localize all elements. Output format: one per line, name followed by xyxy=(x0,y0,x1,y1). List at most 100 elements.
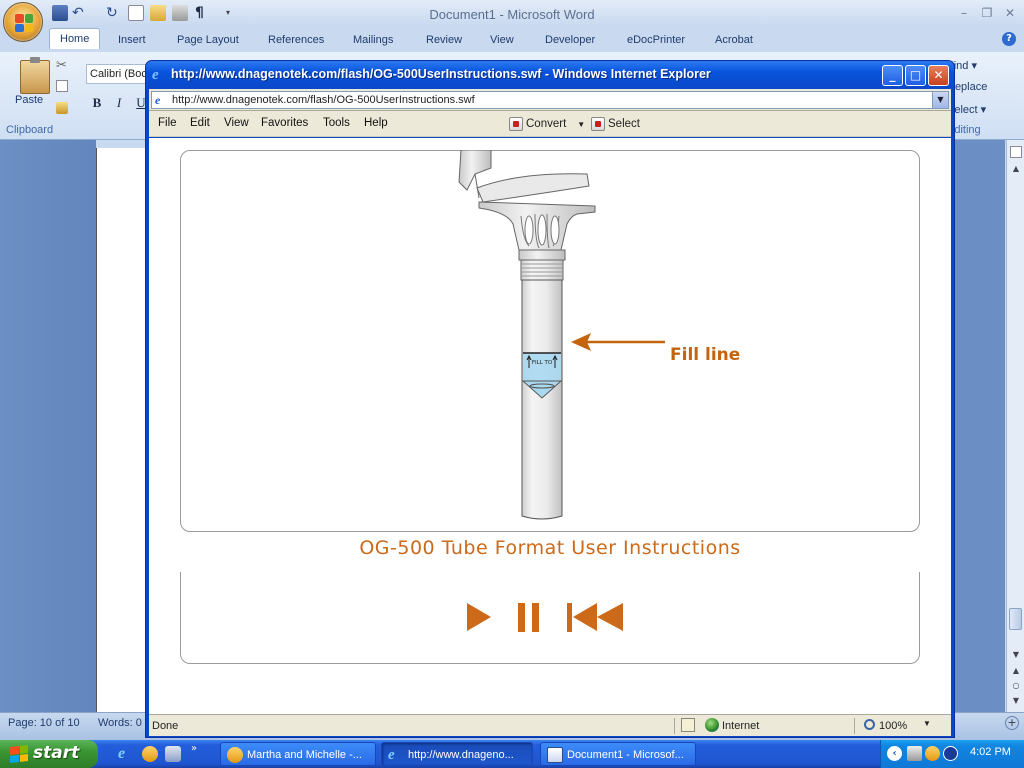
convert-pdf-icon xyxy=(509,117,523,131)
play-icon[interactable] xyxy=(465,602,493,632)
select-button[interactable]: Select ▾ xyxy=(947,103,1003,116)
tab-home[interactable]: Home xyxy=(49,28,101,49)
ie-minimize-icon[interactable]: _ xyxy=(882,65,903,86)
quick-launch-ie-icon[interactable]: e xyxy=(118,746,134,762)
quick-launch-more-icon[interactable]: » xyxy=(191,743,197,754)
previous-page-icon[interactable]: ▲ xyxy=(1010,666,1022,676)
find-button[interactable]: Find ▾ xyxy=(947,59,1003,72)
zoom-dropdown-icon[interactable]: ▼ xyxy=(923,719,931,728)
status-divider xyxy=(854,718,855,734)
menu-help[interactable]: Help xyxy=(364,117,388,129)
copy-icon[interactable] xyxy=(56,80,68,92)
document-background-right xyxy=(955,140,1005,712)
messenger-tray-icon[interactable] xyxy=(925,746,940,761)
next-page-icon[interactable]: ▼ xyxy=(1010,696,1022,706)
clock[interactable]: 4:02 PM xyxy=(970,746,1011,758)
vertical-scrollbar[interactable]: ▲ ▼ ▲ ○ ▼ xyxy=(1006,140,1024,712)
windows-logo-icon xyxy=(10,745,28,763)
task-outlook[interactable]: Martha and Michelle -... xyxy=(220,742,376,766)
task-ie-label: http://www.dnageno... xyxy=(408,749,514,761)
paste-button[interactable]: Paste xyxy=(15,94,43,106)
tab-acrobat[interactable]: Acrobat xyxy=(715,34,753,46)
ie-window: e http://www.dnagenotek.com/flash/OG-500… xyxy=(145,60,955,738)
zoom-level[interactable]: 100% xyxy=(879,720,907,732)
menu-favorites[interactable]: Favorites xyxy=(261,117,308,129)
fill-line-label: Fill line xyxy=(670,345,741,365)
ie-menu-bar: File Edit View Favorites Tools Help Conv… xyxy=(149,111,951,137)
scroll-down-icon[interactable]: ▼ xyxy=(1010,650,1022,660)
ie-title-bar: e http://www.dnagenotek.com/flash/OG-500… xyxy=(146,61,954,89)
help-icon[interactable]: ? xyxy=(1002,32,1016,46)
fill-to-text: FILL TO xyxy=(532,360,553,366)
task-ie[interactable]: e http://www.dnageno... xyxy=(381,742,533,766)
office-logo-icon xyxy=(15,14,33,32)
bold-button[interactable]: B xyxy=(88,94,106,112)
pause-icon[interactable] xyxy=(516,602,542,632)
task-word-label: Document1 - Microsof... xyxy=(567,749,684,761)
cut-icon[interactable]: ✂ xyxy=(56,58,67,73)
tab-view[interactable]: View xyxy=(490,34,514,46)
network-tray-icon[interactable] xyxy=(943,746,958,761)
zoom-in-icon[interactable]: + xyxy=(1005,716,1019,730)
tab-page-layout[interactable]: Page Layout xyxy=(177,34,239,46)
ruler-toggle-icon[interactable] xyxy=(1010,146,1022,158)
italic-button[interactable]: I xyxy=(110,94,128,112)
convert-label: Convert xyxy=(526,118,567,130)
page-count-status[interactable]: Page: 10 of 10 xyxy=(8,717,80,729)
printer-tray-icon[interactable] xyxy=(907,746,922,761)
ie-status-bar: Done Internet 100% ▼ xyxy=(149,714,951,736)
tab-insert[interactable]: Insert xyxy=(118,34,146,46)
format-painter-icon[interactable] xyxy=(56,102,68,114)
rewind-icon[interactable] xyxy=(566,602,630,632)
quick-launch-desktop-icon[interactable] xyxy=(165,746,181,762)
ie-logo-icon: e xyxy=(152,67,159,83)
ie-window-title: http://www.dnagenotek.com/flash/OG-500Us… xyxy=(171,67,711,81)
select-browse-object-icon[interactable]: ○ xyxy=(1010,681,1022,691)
address-input[interactable]: e http://www.dnagenotek.com/flash/OG-500… xyxy=(151,91,949,109)
close-icon[interactable]: ✕ xyxy=(1001,6,1019,20)
convert-button[interactable]: Convert ▼ xyxy=(509,114,585,134)
scroll-up-icon[interactable]: ▲ xyxy=(1010,164,1022,174)
editing-group: Find ▾ Replace Select ▾ Editing xyxy=(947,56,1003,140)
select-label: Select xyxy=(608,118,640,130)
select-pdf-button[interactable]: Select xyxy=(591,114,640,134)
tab-edocprinter[interactable]: eDocPrinter xyxy=(627,34,685,46)
tab-developer[interactable]: Developer xyxy=(545,34,595,46)
ie-maximize-icon[interactable]: □ xyxy=(905,65,926,86)
tab-review[interactable]: Review xyxy=(426,34,462,46)
clipboard-group-label: Clipboard xyxy=(6,124,54,136)
convert-dropdown-icon[interactable]: ▼ xyxy=(577,120,585,129)
replace-button[interactable]: Replace xyxy=(947,81,1003,93)
minimize-icon[interactable]: – xyxy=(955,6,973,20)
security-zone-label[interactable]: Internet xyxy=(722,720,759,732)
menu-file[interactable]: File xyxy=(158,117,177,129)
quick-launch-outlook-icon[interactable] xyxy=(142,746,158,762)
start-button[interactable]: start xyxy=(0,740,98,768)
restore-icon[interactable]: ❐ xyxy=(978,6,996,20)
ie-icon: e xyxy=(388,747,395,763)
menu-view[interactable]: View xyxy=(224,117,249,129)
page-icon: e xyxy=(155,93,161,107)
clipboard-group: Paste ✂ Clipboard xyxy=(4,54,80,138)
zoom-icon[interactable] xyxy=(864,719,875,730)
scroll-thumb[interactable] xyxy=(1009,608,1022,630)
menu-tools[interactable]: Tools xyxy=(323,117,350,129)
instructions-title: OG-500 Tube Format User Instructions xyxy=(359,537,741,559)
ie-address-bar: e http://www.dnagenotek.com/flash/OG-500… xyxy=(149,89,951,111)
taskbar: start e » Martha and Michelle -... e htt… xyxy=(0,740,1024,768)
tab-mailings[interactable]: Mailings xyxy=(353,34,393,46)
start-label: start xyxy=(33,743,80,763)
office-button[interactable] xyxy=(3,2,43,42)
menu-edit[interactable]: Edit xyxy=(190,117,210,129)
task-word[interactable]: Document1 - Microsof... xyxy=(540,742,696,766)
address-dropdown-icon[interactable]: ▼ xyxy=(932,92,948,108)
tab-references[interactable]: References xyxy=(268,34,324,46)
flash-content[interactable]: FILL TO Fill line OG-500 Tube Format Use… xyxy=(149,138,951,714)
paste-icon[interactable] xyxy=(20,57,50,94)
word-title-bar: ↶ ↻ ¶ ▾ Document1 - Microsoft Word – ❐ ✕ xyxy=(0,0,1024,28)
ie-close-icon[interactable]: ✕ xyxy=(928,65,949,86)
show-hidden-icons-icon[interactable]: ‹ xyxy=(887,746,902,761)
font-name-box[interactable]: Calibri (Boc xyxy=(86,64,148,84)
word-count-status[interactable]: Words: 0 xyxy=(98,717,142,729)
document-page[interactable] xyxy=(96,148,150,712)
